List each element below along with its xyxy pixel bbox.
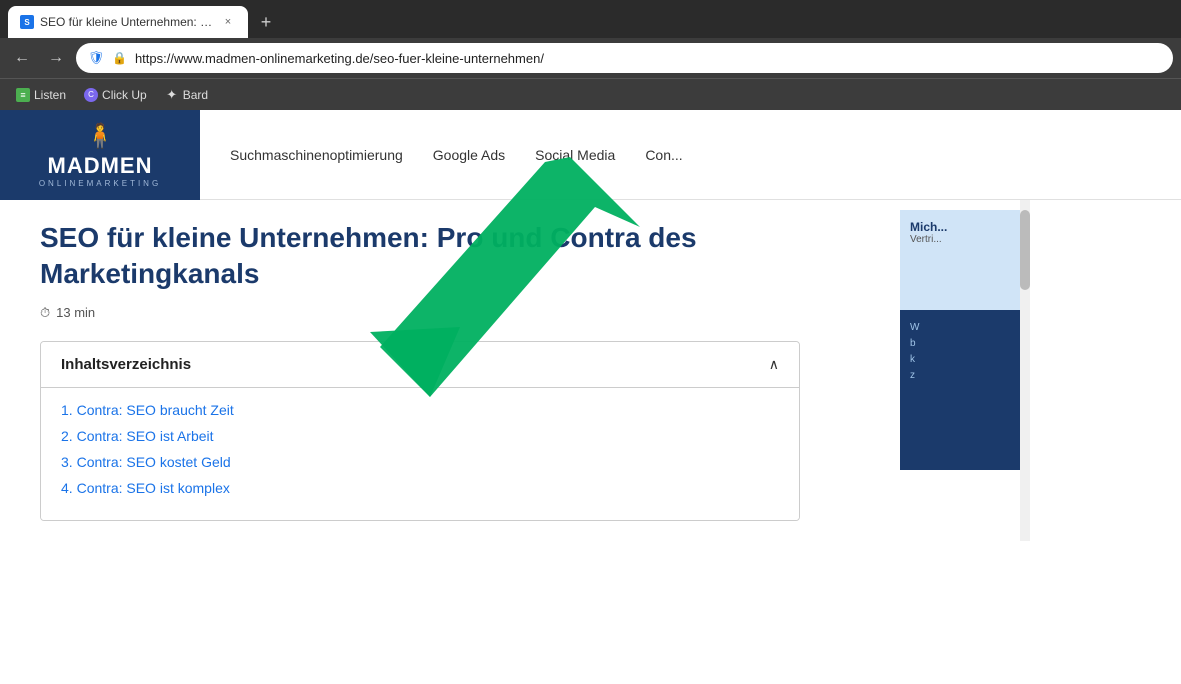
- sidebar-cta-text: Wbkz: [910, 320, 1010, 384]
- tab-favicon: S: [20, 15, 34, 29]
- article-title: SEO für kleine Unternehmen: Pro und Cont…: [40, 220, 860, 293]
- forward-button[interactable]: →: [42, 44, 70, 72]
- bard-favicon: ✦: [165, 88, 179, 102]
- toc-num-1: 1.: [61, 402, 73, 418]
- logo-sub-text: ONLINEMARKETING: [39, 179, 161, 188]
- lock-icon: 🔒: [112, 51, 127, 65]
- toc-header-text: Inhaltsverzeichnis: [61, 356, 191, 373]
- listen-favicon: ≡: [16, 88, 30, 102]
- nav-link-suchmaschinen[interactable]: Suchmaschinenoptimierung: [230, 147, 403, 163]
- sidebar-widget: Mich... Vertri... Wbkz: [900, 200, 1020, 541]
- tab-title: SEO für kleine Unternehmen: Pr...: [40, 15, 214, 29]
- clock-icon: ⏱: [40, 305, 50, 321]
- site-logo[interactable]: 🧍 MADMEN ONLINEMARKETING: [0, 110, 200, 200]
- toc-header[interactable]: Inhaltsverzeichnis ∧: [41, 342, 799, 388]
- new-tab-button[interactable]: +: [252, 8, 280, 36]
- clickup-favicon: C: [84, 88, 98, 102]
- toc-item-4[interactable]: 4. Contra: SEO ist komplex: [61, 480, 779, 496]
- toc-item-3[interactable]: 3. Contra: SEO kostet Geld: [61, 454, 779, 470]
- toc-chevron-icon: ∧: [769, 356, 779, 373]
- toc-text-4: Contra: SEO ist komplex: [77, 480, 230, 496]
- scrollbar-thumb[interactable]: [1020, 210, 1030, 290]
- bookmark-bard-label: Bard: [183, 88, 208, 102]
- sidebar-person-name: Mich...: [910, 220, 1010, 234]
- toc-text-2: Contra: SEO ist Arbeit: [77, 428, 214, 444]
- toc-item-1[interactable]: 1. Contra: SEO braucht Zeit: [61, 402, 779, 418]
- site-nav: 🧍 MADMEN ONLINEMARKETING Suchmaschinenop…: [0, 110, 1181, 200]
- nav-link-google-ads[interactable]: Google Ads: [433, 147, 505, 163]
- bookmark-clickup-label: Click Up: [102, 88, 147, 102]
- bookmark-listen[interactable]: ≡ Listen: [8, 85, 74, 105]
- logo-main-text: MADMEN: [39, 153, 161, 179]
- browser-chrome: S SEO für kleine Unternehmen: Pr... × + …: [0, 0, 1181, 110]
- toc-num-3: 3.: [61, 454, 73, 470]
- address-bar[interactable]: 🛡 🔒 https://www.madmen-onlinemarketing.d…: [76, 43, 1173, 73]
- website: 🧍 MADMEN ONLINEMARKETING Suchmaschinenop…: [0, 110, 1181, 684]
- bookmarks-bar: ≡ Listen C Click Up ✦ Bard: [0, 78, 1181, 110]
- sidebar-cta-widget[interactable]: Wbkz: [900, 310, 1020, 470]
- shield-icon: 🛡: [88, 50, 104, 66]
- toc-text-3: Contra: SEO kostet Geld: [77, 454, 231, 470]
- toc-text-1: Contra: SEO braucht Zeit: [77, 402, 234, 418]
- bookmark-listen-label: Listen: [34, 88, 66, 102]
- toc-items: 1. Contra: SEO braucht Zeit 2. Contra: S…: [41, 388, 799, 520]
- toc-num-2: 2.: [61, 428, 73, 444]
- bookmark-clickup[interactable]: C Click Up: [76, 85, 155, 105]
- toc-item-2[interactable]: 2. Contra: SEO ist Arbeit: [61, 428, 779, 444]
- main-area: SEO für kleine Unternehmen: Pro und Cont…: [0, 200, 1181, 541]
- article-area: SEO für kleine Unternehmen: Pro und Cont…: [0, 200, 900, 541]
- address-bar-row: ← → 🛡 🔒 https://www.madmen-onlinemarketi…: [0, 38, 1181, 78]
- article-meta: ⏱ 13 min: [40, 305, 860, 321]
- nav-link-social-media[interactable]: Social Media: [535, 147, 615, 163]
- nav-link-con[interactable]: Con...: [645, 147, 682, 163]
- site-nav-links: Suchmaschinenoptimierung Google Ads Soci…: [200, 147, 713, 163]
- tab-close-button[interactable]: ×: [220, 14, 236, 30]
- active-tab[interactable]: S SEO für kleine Unternehmen: Pr... ×: [8, 6, 248, 38]
- scrollbar[interactable]: [1020, 200, 1030, 541]
- sidebar-person-role: Vertri...: [910, 234, 1010, 245]
- back-button[interactable]: ←: [8, 44, 36, 72]
- toc-box: Inhaltsverzeichnis ∧ 1. Contra: SEO brau…: [40, 341, 800, 521]
- toc-num-4: 4.: [61, 480, 73, 496]
- sidebar-profile-widget: Mich... Vertri...: [900, 210, 1020, 310]
- page-content: 🧍 MADMEN ONLINEMARKETING Suchmaschinenop…: [0, 110, 1181, 684]
- tab-bar: S SEO für kleine Unternehmen: Pr... × +: [0, 0, 1181, 38]
- url-text[interactable]: https://www.madmen-onlinemarketing.de/se…: [135, 51, 1161, 66]
- read-time: 13 min: [56, 305, 95, 320]
- bookmark-bard[interactable]: ✦ Bard: [157, 85, 216, 105]
